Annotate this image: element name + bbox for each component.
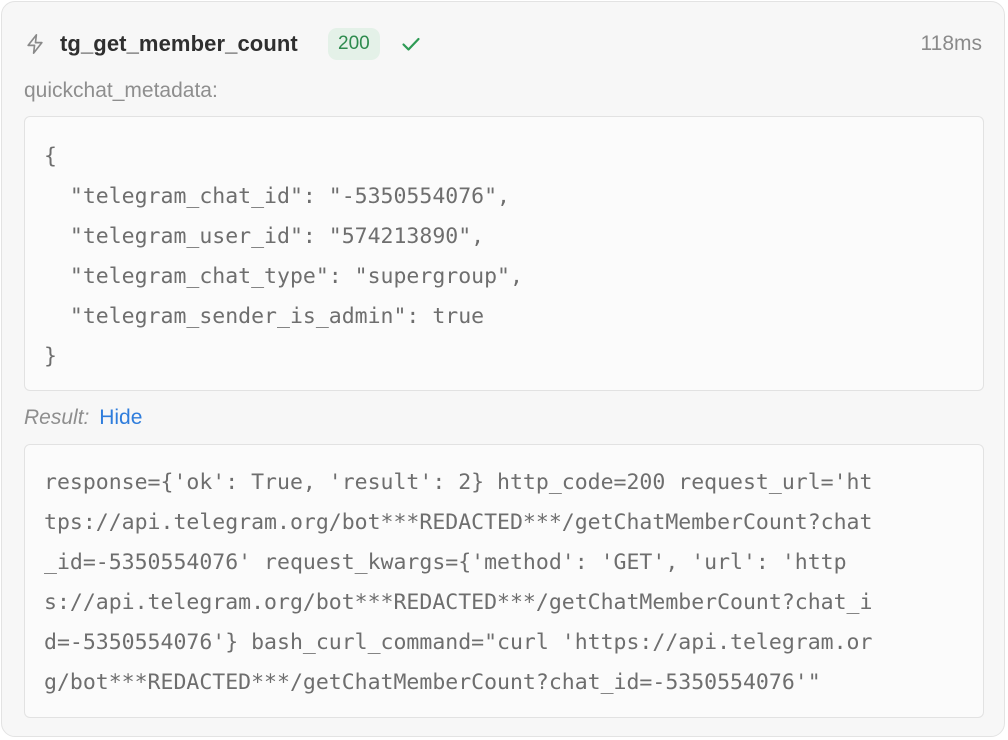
result-line: d=-5350554076'} bash_curl_command="curl … — [44, 630, 873, 655]
result-line: tps://api.telegram.org/bot***REDACTED***… — [44, 510, 873, 535]
tool-call-header: tg_get_member_count 200 118ms — [2, 24, 1004, 64]
metadata-label: quickchat_metadata: — [24, 79, 218, 102]
result-line: _id=-5350554076' request_kwargs={'method… — [44, 550, 847, 575]
tool-call-card: tg_get_member_count 200 118ms quickchat_… — [1, 1, 1005, 737]
code-line: { — [44, 144, 57, 169]
result-row: Result: Hide — [24, 406, 142, 430]
code-line: "telegram_chat_id": "-5350554076", — [44, 184, 510, 209]
code-line: "telegram_chat_type": "supergroup", — [44, 264, 523, 289]
checkmark-icon — [402, 37, 420, 51]
metadata-code-block: { "telegram_chat_id": "-5350554076", "te… — [24, 116, 984, 391]
code-line: } — [44, 344, 57, 369]
status-badge: 200 — [328, 28, 380, 60]
code-line: "telegram_user_id": "574213890", — [44, 224, 485, 249]
lightning-bolt-icon — [27, 34, 43, 54]
duration-label: 118ms — [920, 32, 982, 55]
result-line: response={'ok': True, 'result': 2} http_… — [44, 470, 873, 495]
result-line: g/bot***REDACTED***/getChatMemberCount?c… — [44, 670, 821, 695]
code-line: "telegram_sender_is_admin": true — [44, 304, 485, 329]
result-line: s://api.telegram.org/bot***REDACTED***/g… — [44, 590, 873, 615]
hide-result-link[interactable]: Hide — [99, 406, 142, 429]
result-label: Result: — [24, 406, 90, 429]
tool-name: tg_get_member_count — [60, 31, 298, 56]
result-code-block: response={'ok': True, 'result': 2} http_… — [24, 444, 984, 718]
